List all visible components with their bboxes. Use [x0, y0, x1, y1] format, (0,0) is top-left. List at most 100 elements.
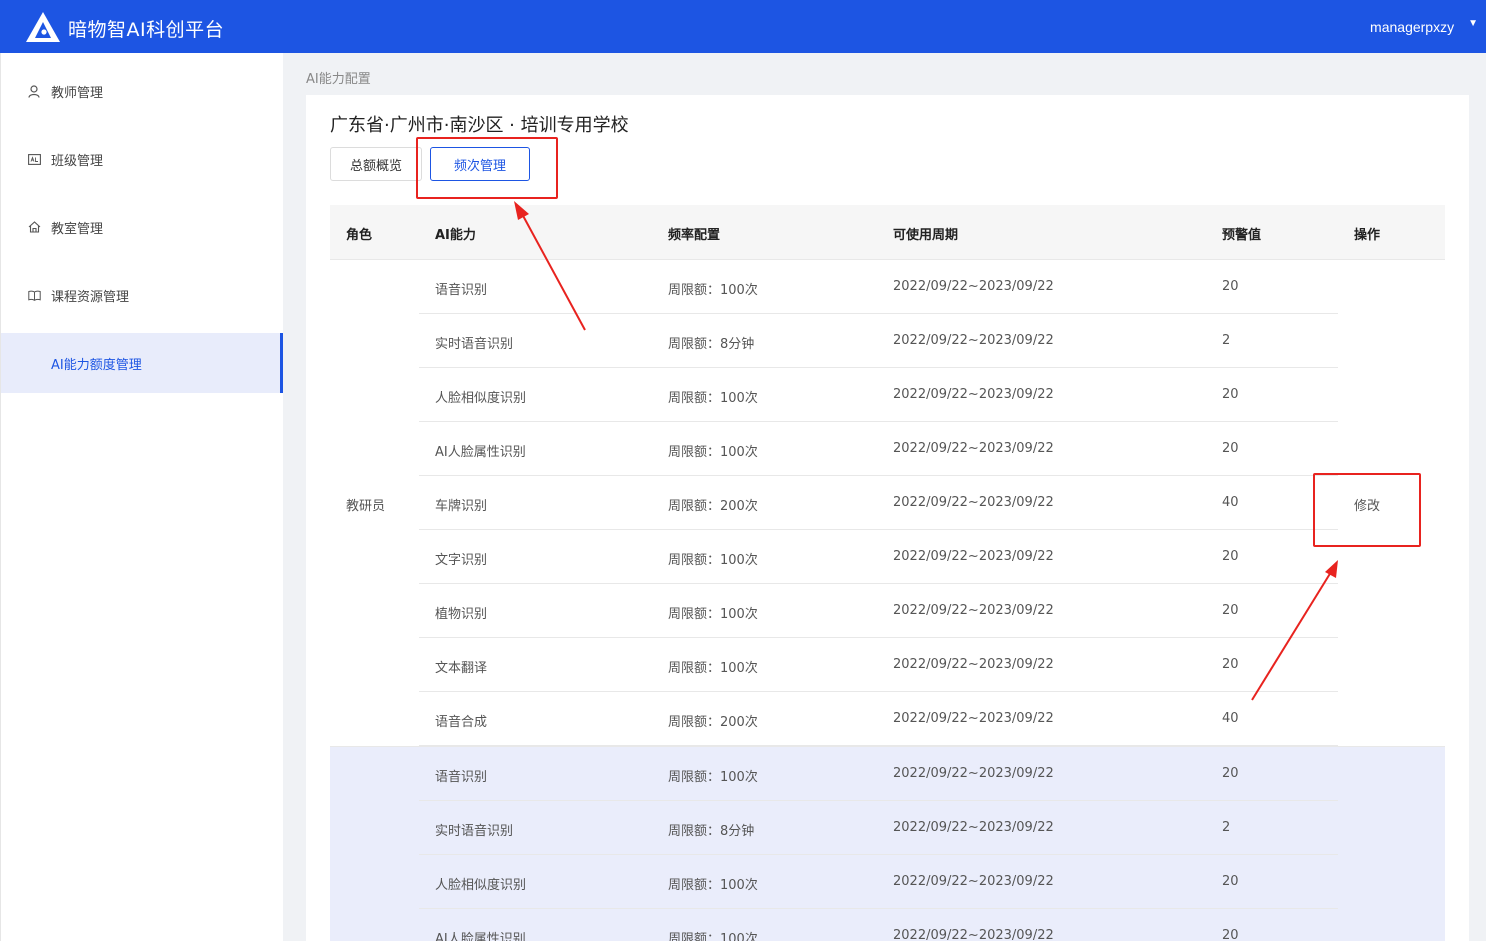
warn-cell: 20: [1222, 874, 1239, 889]
warn-cell: 20: [1222, 657, 1239, 672]
warn-cell: 40: [1222, 495, 1239, 510]
freq-cell: 周限额：100次: [668, 770, 758, 785]
period-cell: 2022/09/22~2023/09/22: [893, 603, 1054, 618]
period-cell: 2022/09/22~2023/09/22: [893, 711, 1054, 726]
period-cell: 2022/09/22~2023/09/22: [893, 820, 1054, 835]
period-cell: 2022/09/22~2023/09/22: [893, 928, 1054, 941]
header-period: 可使用周期: [893, 228, 959, 243]
tab-total-overview[interactable]: 总额概览: [330, 147, 422, 181]
freq-cell: 周限额：100次: [668, 878, 758, 893]
table-row: AI人脸属性识别 周限额：100次 2022/09/22~2023/09/22 20: [330, 909, 1445, 941]
sidebar: 教师管理 班级管理 教室管理 课程资源管理 AI能力额度管理: [0, 53, 283, 941]
period-cell: 2022/09/22~2023/09/22: [893, 333, 1054, 348]
app-title: 暗物智AI科创平台: [68, 19, 225, 41]
freq-cell: 周限额：200次: [668, 499, 758, 514]
sidebar-item-course-resources[interactable]: 课程资源管理: [1, 265, 283, 325]
header-role: 角色: [346, 228, 373, 243]
period-cell: 2022/09/22~2023/09/22: [893, 549, 1054, 564]
username: managerpxzy: [1370, 18, 1455, 35]
period-cell: 2022/09/22~2023/09/22: [893, 279, 1054, 294]
warn-cell: 2: [1222, 333, 1231, 348]
ai-cell: 实时语音识别: [435, 337, 514, 352]
table-row: 人脸相似度识别 周限额：100次 2022/09/22~2023/09/22 20: [330, 855, 1445, 909]
sidebar-item-classrooms[interactable]: 教室管理: [1, 197, 283, 257]
ai-cell: 文字识别: [435, 553, 488, 568]
period-cell: 2022/09/22~2023/09/22: [893, 441, 1054, 456]
freq-cell: 周限额：100次: [668, 391, 758, 406]
header-op: 操作: [1354, 228, 1381, 243]
sidebar-item-classes[interactable]: 班级管理: [1, 129, 283, 189]
role-cell: 教研员: [346, 499, 386, 514]
ai-cell: 语音合成: [435, 715, 488, 730]
period-cell: 2022/09/22~2023/09/22: [893, 495, 1054, 510]
sidebar-item-label: 教室管理: [51, 221, 104, 237]
freq-cell: 周限额：100次: [668, 553, 758, 568]
quota-table: 角色 AI能力 频率配置 可使用周期 预警值 操作 语音识别 周限额：100次 20…: [330, 205, 1445, 941]
header-freq: 频率配置: [668, 228, 721, 243]
sidebar-item-ai-quota[interactable]: AI能力额度管理: [1, 333, 283, 393]
warn-cell: 20: [1222, 766, 1239, 781]
warn-cell: 20: [1222, 441, 1239, 456]
sidebar-item-label: 课程资源管理: [51, 289, 130, 305]
logo-icon: [26, 12, 60, 42]
ai-cell: AI人脸属性识别: [435, 445, 526, 460]
freq-cell: 周限额：8分钟: [668, 824, 755, 839]
annotation-box-edit: [1313, 473, 1421, 547]
period-cell: 2022/09/22~2023/09/22: [893, 874, 1054, 889]
row-group: 语音识别周限额：100次 2022/09/22~2023/09/22 20 实时语音识…: [330, 259, 1445, 746]
book-icon: [27, 288, 41, 302]
period-cell: 2022/09/22~2023/09/22: [893, 657, 1054, 672]
table-header: 角色 AI能力 频率配置 可使用周期 预警值 操作: [330, 205, 1445, 259]
warn-cell: 20: [1222, 279, 1239, 294]
content-panel: 广东省·广州市·南沙区 · 培训专用学校 总额概览 频次管理 角色 AI能力 频…: [306, 95, 1469, 941]
ai-cell: 车牌识别: [435, 499, 488, 514]
row-group: 语音识别 周限额：100次 2022/09/22~2023/09/22 20 实时语音识…: [330, 746, 1445, 941]
ai-cell: 人脸相似度识别: [435, 878, 527, 893]
ai-cell: 语音识别: [435, 283, 488, 298]
ai-cell: 实时语音识别: [435, 824, 514, 839]
warn-cell: 20: [1222, 603, 1239, 618]
table-row: 文字识别 周限额：100次 2022/09/22~2023/09/22 20: [330, 530, 1445, 584]
freq-cell: 周限额：100次: [668, 607, 758, 622]
table-row: 人脸相似度识别 周限额：100次 2022/09/22~2023/09/22 20: [330, 368, 1445, 422]
ai-cell: 文本翻译: [435, 661, 488, 676]
sidebar-item-label: 班级管理: [51, 153, 104, 169]
table-row: 车牌识别 周限额：200次 2022/09/22~2023/09/22 40: [330, 476, 1445, 530]
table-row: 实时语音识别 周限额：8分钟 2022/09/22~2023/09/22 2: [330, 801, 1445, 855]
table-row: 实时语音识别 周限额：8分钟 2022/09/22~2023/09/22 2: [330, 314, 1445, 368]
ai-cell: 植物识别: [435, 607, 488, 622]
ai-cell: 语音识别: [435, 770, 488, 785]
warn-cell: 2: [1222, 820, 1231, 835]
sidebar-item-label: AI能力额度管理: [51, 357, 142, 373]
period-cell: 2022/09/22~2023/09/22: [893, 766, 1054, 781]
freq-cell: 周限额：100次: [668, 445, 758, 460]
table-row: AI人脸属性识别 周限额：100次 2022/09/22~2023/09/22 20: [330, 422, 1445, 476]
table-row: 语音识别 周限额：100次 2022/09/22~2023/09/22 20: [330, 747, 1445, 801]
warn-cell: 20: [1222, 387, 1239, 402]
freq-cell: 周限额：100次: [668, 932, 758, 941]
warn-cell: 20: [1222, 549, 1239, 564]
chevron-down-icon: ▼: [1468, 18, 1478, 29]
table-row: 语音合成 周限额：200次 2022/09/22~2023/09/22 40: [330, 692, 1445, 746]
home-icon: [27, 220, 41, 234]
table-row: 语音识别 周限额：100次 2022/09/22~2023/09/22 20: [330, 260, 1445, 314]
page-title: 广东省·广州市·南沙区 · 培训专用学校: [330, 115, 629, 136]
header-warn: 预警值: [1222, 228, 1262, 243]
ai-cell: 人脸相似度识别: [435, 391, 527, 406]
freq-cell: 周限额：100次: [668, 661, 758, 676]
header-ai: AI能力: [435, 228, 476, 243]
freq-cell: 周限额：200次: [668, 715, 758, 730]
top-bar: 暗物智AI科创平台 managerpxzy ▼: [0, 0, 1486, 53]
class-icon: [27, 152, 41, 166]
period-cell: 2022/09/22~2023/09/22: [893, 387, 1054, 402]
ai-cell: AI人脸属性识别: [435, 932, 526, 941]
sidebar-item-label: 教师管理: [51, 85, 104, 101]
user-menu[interactable]: managerpxzy ▼: [1370, 0, 1478, 53]
annotation-box-tab: [416, 137, 558, 199]
warn-cell: 20: [1222, 928, 1239, 941]
table-row: 植物识别 周限额：100次 2022/09/22~2023/09/22 20: [330, 584, 1445, 638]
table-row: 文本翻译 周限额：100次 2022/09/22~2023/09/22 20: [330, 638, 1445, 692]
sidebar-item-teachers[interactable]: 教师管理: [1, 61, 283, 121]
freq-cell: 周限额：8分钟: [668, 337, 755, 352]
table-body: 语音识别 周限额：100次 2022/09/22~2023/09/22 20 实时语音识…: [330, 259, 1445, 941]
